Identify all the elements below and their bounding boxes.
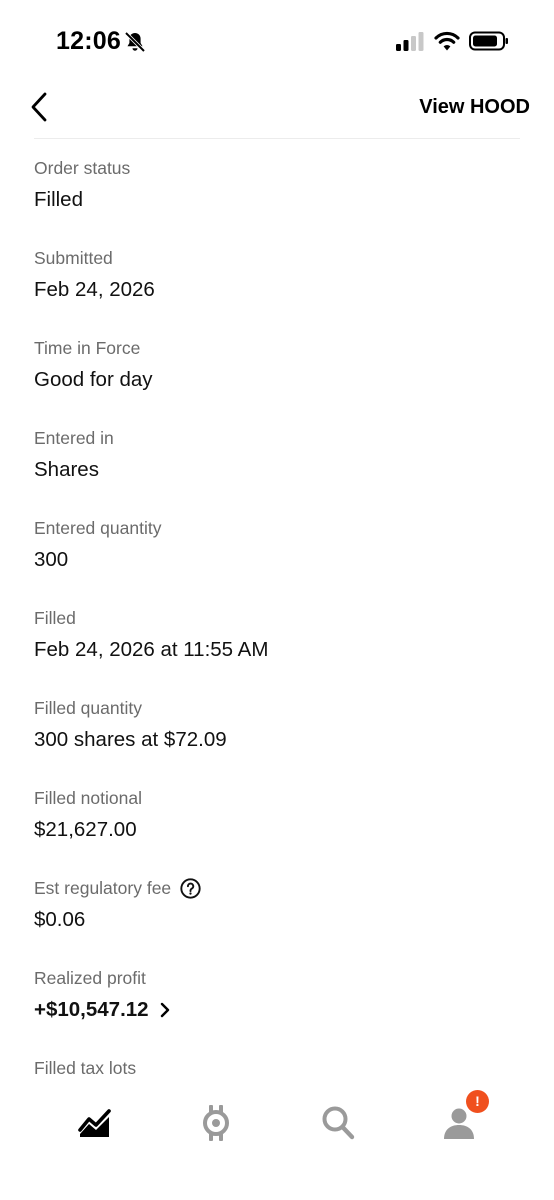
detail-label: Order status (34, 158, 131, 178)
header: View HOOD (0, 80, 554, 140)
detail-value: $21,627.00 (34, 818, 137, 841)
tab-search[interactable] (313, 1098, 363, 1148)
cellular-signal-icon (396, 32, 424, 51)
detail-value: Shares (34, 458, 99, 481)
detail-time-in-force: Time in Force Good for day (34, 330, 520, 420)
detail-label: Filled notional (34, 788, 142, 808)
realized-profit-link[interactable]: +$10,547.12 (34, 996, 520, 1024)
detail-label: Time in Force (34, 338, 141, 358)
detail-label: Filled quantity (34, 698, 142, 718)
detail-filled-notional: Filled notional $21,627.00 (34, 780, 520, 870)
notification-badge: ! (466, 1090, 489, 1113)
detail-value: Feb 24, 2026 at 11:55 AM (34, 638, 269, 661)
bell-slash-icon (124, 31, 146, 53)
order-details-list: Order status Filled Submitted Feb 24, 20… (34, 150, 520, 1140)
detail-label-row: Est regulatory fee (34, 870, 520, 906)
view-hood-link[interactable]: View HOOD (419, 96, 530, 119)
detail-value: Good for day (34, 368, 153, 391)
status-bar: 12:06 (0, 0, 554, 80)
detail-label: Realized profit (34, 968, 146, 988)
detail-filled-quantity: Filled quantity 300 shares at $72.09 (34, 690, 520, 780)
detail-label: Filled (34, 608, 76, 628)
back-chevron-icon[interactable] (28, 90, 52, 124)
investing-chart-icon (78, 1109, 111, 1137)
detail-submitted: Submitted Feb 24, 2026 (34, 240, 520, 330)
detail-value: Filled (34, 188, 83, 211)
detail-label: Entered in (34, 428, 114, 448)
crypto-coin-icon (203, 1105, 229, 1141)
detail-est-regulatory-fee: Est regulatory fee $0.06 (34, 870, 520, 960)
search-icon (322, 1106, 355, 1140)
status-time: 12:06 (56, 27, 121, 55)
chevron-right-icon (160, 1002, 169, 1018)
detail-label: Submitted (34, 248, 113, 268)
header-divider (34, 138, 520, 139)
detail-label: Entered quantity (34, 518, 162, 538)
detail-entered-quantity: Entered quantity 300 (34, 510, 520, 600)
detail-value: 300 (34, 548, 69, 571)
tab-crypto[interactable] (191, 1098, 241, 1148)
help-circle-icon[interactable] (180, 877, 201, 899)
detail-filled: Filled Feb 24, 2026 at 11:55 AM (34, 600, 520, 690)
detail-value: Feb 24, 2026 (34, 278, 155, 301)
detail-value: 300 shares at $72.09 (34, 728, 227, 751)
order-detail-screen: 12:06 View HOOD Order status Filled Subm… (0, 0, 554, 1200)
detail-value: $0.06 (34, 908, 86, 931)
detail-entered-in: Entered in Shares (34, 420, 520, 510)
wifi-icon (434, 31, 460, 51)
detail-realized-profit[interactable]: Realized profit +$10,547.12 (34, 960, 520, 1050)
detail-value: +$10,547.12 (34, 998, 149, 1021)
detail-label: Est regulatory fee (34, 878, 172, 898)
detail-order-status: Order status Filled (34, 150, 520, 240)
battery-icon (469, 31, 508, 51)
tab-home[interactable] (70, 1098, 120, 1148)
